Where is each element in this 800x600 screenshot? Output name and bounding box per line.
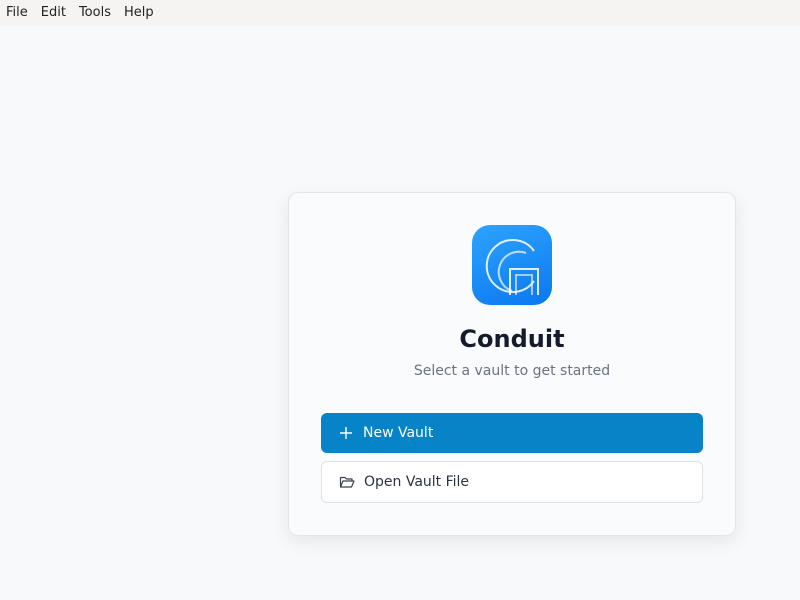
app-title: Conduit xyxy=(459,325,565,353)
welcome-card: Conduit Select a vault to get started Ne… xyxy=(288,192,736,536)
conduit-logo-icon xyxy=(472,225,552,305)
menu-tools[interactable]: Tools xyxy=(79,0,111,26)
open-vault-label: Open Vault File xyxy=(364,474,470,490)
folder-open-icon xyxy=(338,473,356,491)
new-vault-label: New Vault xyxy=(363,425,434,441)
menu-bar: File Edit Tools Help xyxy=(0,0,800,26)
menu-file[interactable]: File xyxy=(6,0,28,26)
open-vault-button[interactable]: Open Vault File xyxy=(321,461,703,503)
menu-edit[interactable]: Edit xyxy=(41,0,66,26)
plus-icon xyxy=(337,424,355,442)
menu-help[interactable]: Help xyxy=(124,0,154,26)
app-subtitle: Select a vault to get started xyxy=(413,363,611,379)
new-vault-button[interactable]: New Vault xyxy=(321,413,703,453)
